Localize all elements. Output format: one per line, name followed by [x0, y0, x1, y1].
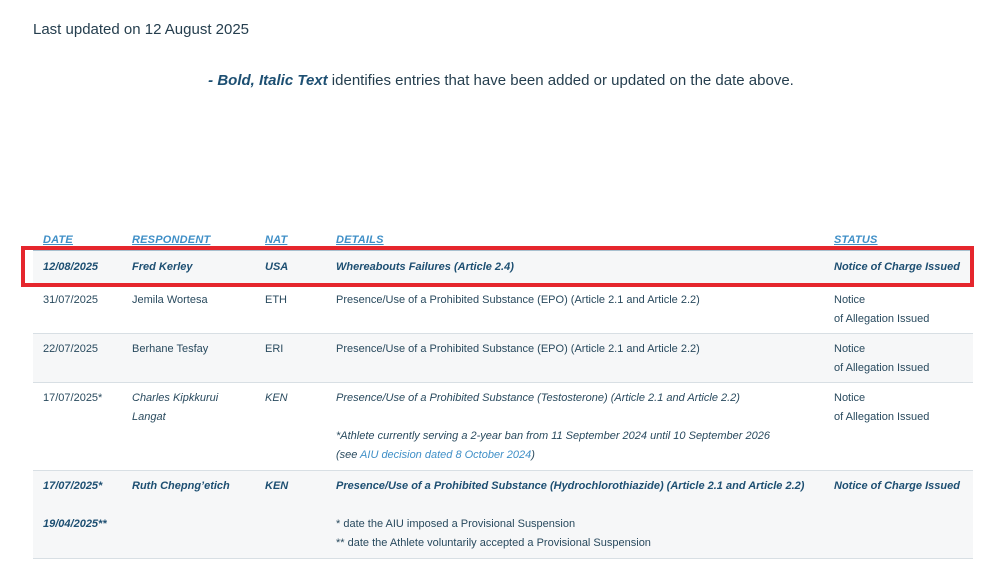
- cell-nat: ERI: [265, 343, 284, 355]
- cell-status: Notice of Charge Issued: [834, 261, 960, 273]
- cell-details: Presence/Use of a Prohibited Substance (…: [336, 343, 700, 355]
- respondent-line: Charles Kipkkurui: [132, 392, 219, 404]
- ban-note-prefix: (see: [336, 449, 361, 461]
- legend-description: identifies entries that have been added …: [327, 72, 794, 89]
- ban-note-line: (see AIU decision dated 8 October 2024): [336, 446, 816, 465]
- status-line: of Allegation Issued: [834, 313, 930, 325]
- cell-status: Notice of Charge Issued: [834, 480, 960, 492]
- header-status[interactable]: STATUS: [834, 234, 878, 246]
- ban-note-suffix: ): [531, 449, 535, 461]
- status-line: of Allegation Issued: [834, 411, 930, 423]
- cell-status: Notice of Allegation Issued: [834, 389, 974, 427]
- cell-date: 12/08/2025: [43, 261, 99, 273]
- cell-nat: ETH: [265, 294, 287, 306]
- table-row: 12/08/2025 Fred Kerley USA Whereabouts F…: [33, 251, 973, 285]
- aiu-decision-link[interactable]: AIU decision dated 8 October 2024: [360, 449, 531, 461]
- cell-date: 31/07/2025: [43, 294, 99, 306]
- header-respondent[interactable]: RESPONDENT: [132, 234, 210, 246]
- ban-note-line: *Athlete currently serving a 2-year ban …: [336, 430, 770, 442]
- date-line: 17/07/2025*: [43, 480, 103, 492]
- cell-respondent: Charles Kipkkurui Langat: [132, 389, 254, 427]
- sanctions-table: DATE RESPONDENT NAT DETAILS STATUS 12/08…: [33, 234, 973, 559]
- cell-respondent: Fred Kerley: [132, 261, 193, 273]
- date-line: 19/04/2025**: [43, 518, 107, 530]
- cell-status: Notice of Allegation Issued: [834, 340, 974, 378]
- suspension-note-line: ** date the Athlete voluntarily accepted…: [336, 537, 651, 549]
- cell-respondent: Berhane Tesfay: [132, 343, 209, 355]
- respondent-line: Langat: [132, 411, 166, 423]
- suspension-note-line: * date the AIU imposed a Provisional Sus…: [336, 518, 576, 530]
- cell-date: 17/07/2025*: [43, 392, 103, 404]
- cell-details: Presence/Use of a Prohibited Substance (…: [336, 294, 700, 306]
- legend-bold-italic: - Bold, Italic Text: [208, 72, 328, 89]
- cell-date: 22/07/2025: [43, 343, 99, 355]
- cell-details: Presence/Use of a Prohibited Substance (…: [336, 477, 816, 553]
- header-nat[interactable]: NAT: [265, 234, 287, 246]
- cell-respondent: Jemila Wortesa: [132, 294, 208, 306]
- status-line: of Allegation Issued: [834, 362, 930, 374]
- cell-nat: USA: [265, 261, 289, 273]
- cell-date: 17/07/2025* 19/04/2025**: [43, 477, 123, 534]
- details-text: Presence/Use of a Prohibited Substance (…: [336, 480, 805, 492]
- cell-details: Whereabouts Failures (Article 2.4): [336, 261, 514, 273]
- status-line: Notice: [834, 294, 866, 306]
- table-row: 31/07/2025 Jemila Wortesa ETH Presence/U…: [33, 285, 973, 334]
- status-line: Notice: [834, 392, 866, 404]
- cell-nat: KEN: [265, 392, 288, 404]
- cell-respondent: Ruth Chepng’etich: [132, 480, 230, 492]
- details-text: Presence/Use of a Prohibited Substance (…: [336, 392, 740, 404]
- table-row: 17/07/2025* 19/04/2025** Ruth Chepng’eti…: [33, 471, 973, 559]
- table-row: 22/07/2025 Berhane Tesfay ERI Presence/U…: [33, 334, 973, 383]
- status-line: Notice: [834, 343, 866, 355]
- header-details[interactable]: DETAILS: [336, 234, 384, 246]
- table-row: 17/07/2025* Charles Kipkkurui Langat KEN…: [33, 383, 973, 471]
- header-date[interactable]: DATE: [43, 234, 73, 246]
- table-header: DATE RESPONDENT NAT DETAILS STATUS: [33, 234, 973, 248]
- legend-text: - Bold, Italic Text identifies entries t…: [0, 72, 1002, 89]
- cell-status: Notice of Allegation Issued: [834, 291, 974, 329]
- last-updated-text: Last updated on 12 August 2025: [33, 21, 250, 38]
- cell-details: Presence/Use of a Prohibited Substance (…: [336, 389, 816, 465]
- cell-nat: KEN: [265, 480, 289, 492]
